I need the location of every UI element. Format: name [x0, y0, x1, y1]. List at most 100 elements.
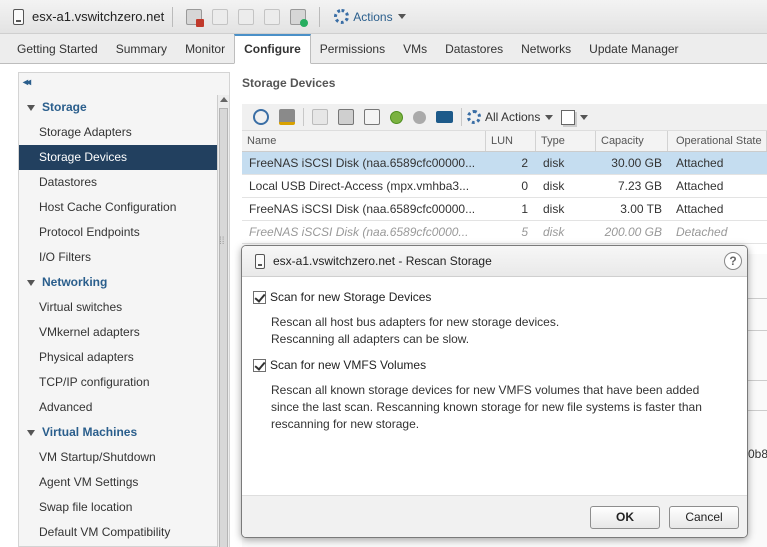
- pane-splitter-grip[interactable]: ⁞⁞: [219, 236, 225, 247]
- scan-vmfs-checkbox[interactable]: [253, 358, 266, 372]
- gear-icon: [467, 110, 481, 124]
- top-toolbar: esx-a1.vswitchzero.net Actions: [0, 0, 767, 34]
- sidebar-item-physical-adapters[interactable]: Physical adapters: [19, 345, 217, 370]
- nav-group-storage[interactable]: Storage: [19, 95, 217, 120]
- rescan-icon[interactable]: [253, 109, 269, 125]
- description-line: Rescan all host bus adapters for new sto…: [271, 315, 560, 329]
- sidebar-item-storage-adapters[interactable]: Storage Adapters: [19, 120, 217, 145]
- cell-lun: 1: [521, 202, 528, 216]
- column-type[interactable]: Type: [536, 131, 596, 151]
- scan-devices-checkbox[interactable]: [253, 290, 266, 304]
- sidebar-item-virtual-switches[interactable]: Virtual switches: [19, 295, 217, 320]
- toolbar-divider: [461, 108, 462, 126]
- attach-device-icon[interactable]: [279, 109, 295, 125]
- maintenance-icon[interactable]: [212, 8, 229, 25]
- cell-name: FreeNAS iSCSI Disk (naa.6589cfc0000...: [249, 225, 469, 239]
- detach-device-icon[interactable]: [312, 109, 328, 125]
- cell-type: disk: [543, 179, 565, 193]
- all-actions-menu[interactable]: All Actions: [467, 110, 554, 124]
- rescan-storage-dialog: esx-a1.vswitchzero.net - Rescan Storage …: [241, 245, 748, 538]
- cell-type: disk: [543, 225, 565, 239]
- sidebar-item-vmkernel-adapters[interactable]: VMkernel adapters: [19, 320, 217, 345]
- devices-toolbar: All Actions: [242, 104, 767, 130]
- expand-triangle-icon: [27, 279, 35, 286]
- scrollbar-thumb[interactable]: [219, 108, 228, 547]
- cell-state: Attached: [676, 202, 724, 216]
- table-row[interactable]: FreeNAS iSCSI Disk (naa.6589cfc00000... …: [242, 198, 767, 221]
- add-host-icon[interactable]: [186, 8, 205, 27]
- mark-device-icon[interactable]: [364, 109, 380, 125]
- dialog-footer: OK Cancel: [242, 495, 747, 537]
- table-row[interactable]: Local USB Direct-Access (mpx.vmhba3... 0…: [242, 175, 767, 198]
- nav-group-virtual-machines[interactable]: Virtual Machines: [19, 420, 217, 445]
- tab-configure[interactable]: Configure: [234, 34, 311, 64]
- cell-name: FreeNAS iSCSI Disk (naa.6589cfc00000...: [249, 156, 476, 170]
- divider: [748, 380, 767, 381]
- sidebar-item-datastores[interactable]: Datastores: [19, 170, 217, 195]
- column-lun[interactable]: LUN: [486, 131, 536, 151]
- table-header: Name LUN Type Capacity Operational State: [242, 130, 767, 152]
- new-vm-icon[interactable]: [290, 8, 309, 27]
- nav-group-networking[interactable]: Networking: [19, 270, 217, 295]
- sidebar-item-agent-vm-settings[interactable]: Agent VM Settings: [19, 470, 217, 495]
- divider: [748, 330, 767, 331]
- power-icon[interactable]: [238, 8, 255, 25]
- copy-icon[interactable]: [561, 109, 576, 125]
- nav-group-label: Storage: [42, 100, 87, 114]
- cell-capacity: 200.00 GB: [604, 225, 662, 239]
- cell-lun: 2: [521, 156, 528, 170]
- dialog-body: Scan for new Storage Devices Rescan all …: [242, 277, 747, 495]
- table-row[interactable]: FreeNAS iSCSI Disk (naa.6589cfc00000... …: [242, 152, 767, 175]
- help-icon[interactable]: ?: [724, 252, 742, 270]
- sidebar-item-tcpip-configuration[interactable]: TCP/IP configuration: [19, 370, 217, 395]
- dialog-title: esx-a1.vswitchzero.net - Rescan Storage: [273, 254, 492, 268]
- rename-device-icon[interactable]: [338, 109, 354, 125]
- actions-menu[interactable]: Actions: [334, 9, 406, 24]
- turn-off-led-icon[interactable]: [413, 110, 426, 124]
- tab-bar: Getting Started Summary Monitor Configur…: [0, 34, 767, 64]
- cell-state: Attached: [676, 156, 724, 170]
- sidebar-item-swap-file-location[interactable]: Swap file location: [19, 495, 217, 520]
- cell-capacity: 3.00 TB: [620, 202, 662, 216]
- sidebar-item-advanced[interactable]: Advanced: [19, 395, 217, 420]
- cell-capacity: 30.00 GB: [611, 156, 662, 170]
- turn-on-led-icon[interactable]: [390, 110, 403, 124]
- scan-devices-option[interactable]: Scan for new Storage Devices: [253, 290, 431, 304]
- sidebar-item-host-cache[interactable]: Host Cache Configuration: [19, 195, 217, 220]
- tab-vms[interactable]: VMs: [394, 35, 436, 63]
- page-title: Storage Devices: [242, 76, 336, 90]
- all-actions-label: All Actions: [485, 110, 541, 124]
- deploy-icon[interactable]: [264, 8, 281, 25]
- chevron-down-icon[interactable]: [580, 114, 589, 120]
- chevron-down-icon: [545, 114, 554, 120]
- scroll-up-icon[interactable]: [220, 97, 228, 102]
- tab-update-manager[interactable]: Update Manager: [580, 35, 687, 63]
- collapse-sidebar-icon[interactable]: ◂◂: [23, 77, 31, 88]
- tab-summary[interactable]: Summary: [107, 35, 176, 63]
- scan-vmfs-option[interactable]: Scan for new VMFS Volumes: [253, 358, 426, 372]
- cell-state: Detached: [676, 225, 728, 239]
- scan-devices-description: Rescan all host bus adapters for new sto…: [271, 314, 731, 348]
- sidebar-item-protocol-endpoints[interactable]: Protocol Endpoints: [19, 220, 217, 245]
- description-line: Rescanning all adapters can be slow.: [271, 332, 470, 346]
- tab-networks[interactable]: Networks: [512, 35, 580, 63]
- host-icon: [255, 253, 265, 269]
- tab-datastores[interactable]: Datastores: [436, 35, 512, 63]
- table-row[interactable]: FreeNAS iSCSI Disk (naa.6589cfc0000... 5…: [242, 221, 767, 244]
- sidebar-item-io-filters[interactable]: I/O Filters: [19, 245, 217, 270]
- cancel-button[interactable]: Cancel: [669, 506, 739, 529]
- sidebar-item-vm-startup-shutdown[interactable]: VM Startup/Shutdown: [19, 445, 217, 470]
- column-operational-state[interactable]: Operational State: [668, 131, 767, 151]
- sidebar-scrollbar[interactable]: [217, 95, 229, 547]
- sidebar-item-default-vm-compatibility[interactable]: Default VM Compatibility: [19, 520, 217, 545]
- ok-button[interactable]: OK: [590, 506, 660, 529]
- flash-disk-icon[interactable]: [436, 111, 453, 123]
- nav-group-label: Networking: [42, 275, 108, 289]
- column-name[interactable]: Name: [242, 131, 486, 151]
- sidebar-item-storage-devices[interactable]: Storage Devices: [19, 145, 217, 170]
- tab-monitor[interactable]: Monitor: [176, 35, 234, 63]
- tab-permissions[interactable]: Permissions: [311, 35, 394, 63]
- expand-triangle-icon: [27, 429, 35, 436]
- tab-getting-started[interactable]: Getting Started: [8, 35, 107, 63]
- column-capacity[interactable]: Capacity: [596, 131, 668, 151]
